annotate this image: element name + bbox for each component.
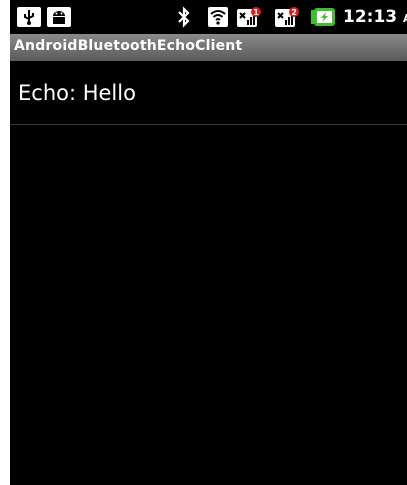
status-bar: 1 2 12:13 [10,0,407,34]
wifi-icon [207,6,229,28]
app-title-bar: AndroidBluetoothEchoClient [10,34,407,61]
echo-message: Echo: Hello [18,81,136,105]
signal-2-badge: 2 [291,8,297,17]
app-title: AndroidBluetoothEchoClient [14,38,243,54]
signal-2-icon: 2 [274,6,300,28]
echo-list[interactable]: Echo: Hello [10,61,407,485]
usb-icon [16,6,42,28]
signal-1-icon: 1 [236,6,262,28]
android-debug-icon [46,6,72,28]
signal-1-badge: 1 [253,8,259,17]
device-screen: 1 2 12:13 AndroidBluetoothEchoClient Ech… [10,0,407,485]
clock-ampm: AM [403,12,407,25]
list-item[interactable]: Echo: Hello [10,61,407,125]
clock-time: 12:13 [343,7,398,27]
bluetooth-icon [176,6,192,28]
status-clock: 12:13 AM [343,7,407,27]
battery-charging-icon [310,6,336,28]
